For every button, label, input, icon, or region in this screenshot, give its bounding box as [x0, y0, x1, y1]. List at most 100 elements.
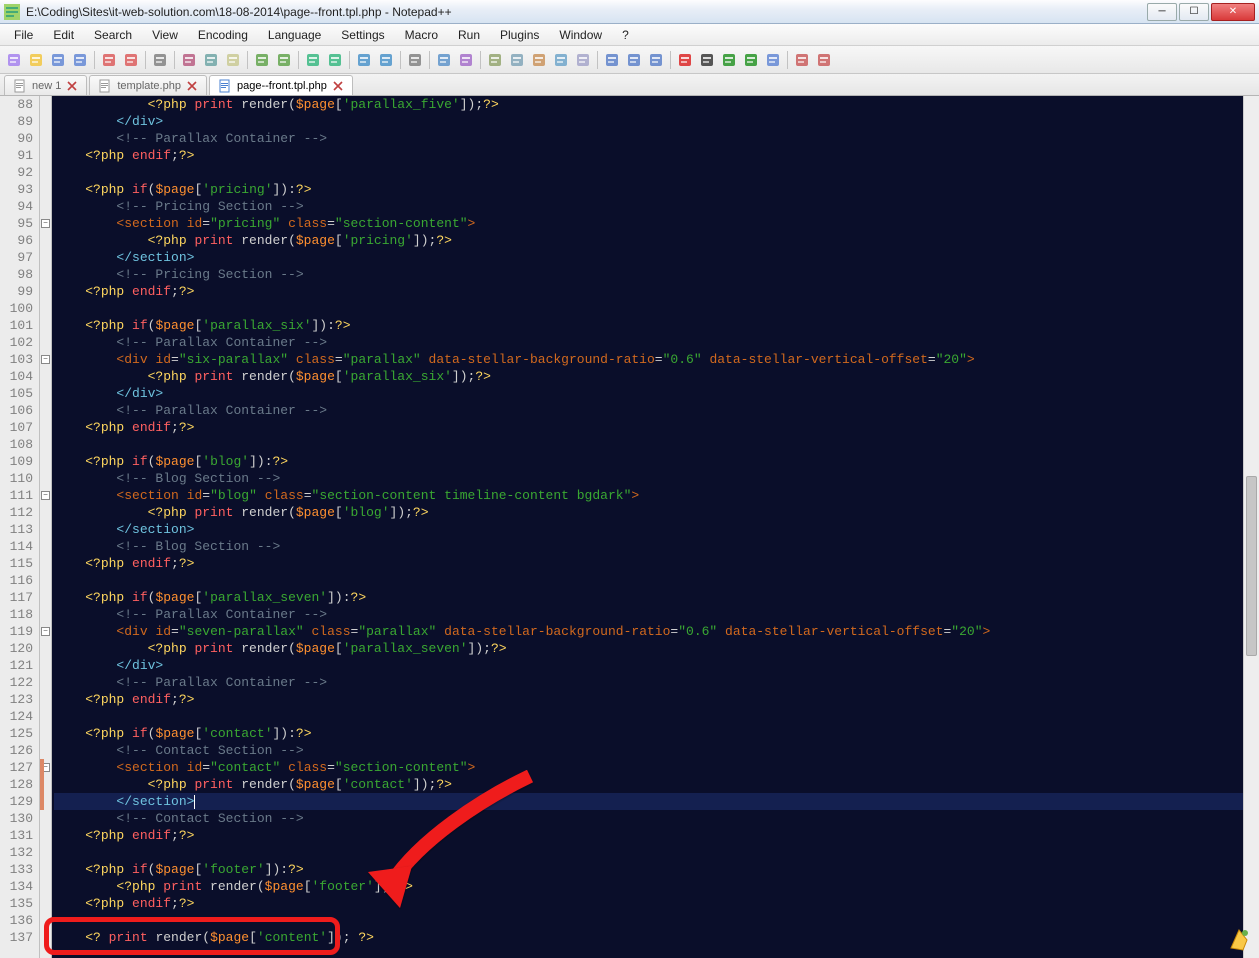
menu-search[interactable]: Search	[84, 25, 142, 45]
cut-button[interactable]	[179, 50, 199, 70]
zoom-in-button[interactable]	[354, 50, 374, 70]
code-line[interactable]: <!-- Contact Section -->	[54, 810, 1259, 827]
code-line[interactable]: <!-- Parallax Container -->	[54, 674, 1259, 691]
scrollbar-thumb[interactable]	[1246, 476, 1257, 656]
menu-plugins[interactable]: Plugins	[490, 25, 549, 45]
menu-settings[interactable]: Settings	[331, 25, 394, 45]
close-all-button[interactable]	[121, 50, 141, 70]
toggle-3-button[interactable]	[646, 50, 666, 70]
menu-help[interactable]: ?	[612, 25, 639, 45]
fold-toggle[interactable]: −	[41, 627, 50, 636]
code-editor[interactable]: 8889909192939495969798991001011021031041…	[0, 96, 1259, 958]
code-line[interactable]: <!-- Parallax Container -->	[54, 606, 1259, 623]
code-line[interactable]: <?php endif;?>	[54, 691, 1259, 708]
fold-button[interactable]	[507, 50, 527, 70]
zoom-out-button[interactable]	[376, 50, 396, 70]
code-line[interactable]: <div id="seven-parallax" class="parallax…	[54, 623, 1259, 640]
code-line[interactable]: </div>	[54, 657, 1259, 674]
code-line[interactable]: <!-- Pricing Section -->	[54, 198, 1259, 215]
replace-button[interactable]	[325, 50, 345, 70]
tab-template-php[interactable]: template.php	[89, 75, 207, 95]
user-lang-button[interactable]	[529, 50, 549, 70]
code-line[interactable]	[54, 844, 1259, 861]
play-button[interactable]	[719, 50, 739, 70]
play-multi-button[interactable]	[741, 50, 761, 70]
paste-button[interactable]	[223, 50, 243, 70]
code-line[interactable]: <?php print render($page['contact']);?>	[54, 776, 1259, 793]
code-line[interactable]: <section id="pricing" class="section-con…	[54, 215, 1259, 232]
save-macro-button[interactable]	[763, 50, 783, 70]
fold-toggle[interactable]: −	[41, 355, 50, 364]
menu-language[interactable]: Language	[258, 25, 331, 45]
code-line[interactable]: <?php endif;?>	[54, 827, 1259, 844]
code-line[interactable]: <?php print render($page['parallax_six']…	[54, 368, 1259, 385]
code-line[interactable]: <?php print render($page['parallax_five'…	[54, 96, 1259, 113]
code-line[interactable]: <?php endif;?>	[54, 283, 1259, 300]
code-line[interactable]: <?php print render($page['parallax_seven…	[54, 640, 1259, 657]
redo-button[interactable]	[274, 50, 294, 70]
code-line[interactable]: <?php endif;?>	[54, 147, 1259, 164]
toggle-2-button[interactable]	[624, 50, 644, 70]
code-line[interactable]	[54, 912, 1259, 929]
code-line[interactable]: <?php if($page['pricing']):?>	[54, 181, 1259, 198]
tab-page-front-tpl-php[interactable]: page--front.tpl.php	[209, 75, 353, 95]
code-line[interactable]	[54, 436, 1259, 453]
close-window-button[interactable]: ✕	[1211, 3, 1255, 21]
code-line[interactable]: <!-- Blog Section -->	[54, 538, 1259, 555]
menu-file[interactable]: File	[4, 25, 43, 45]
new-file-button[interactable]	[4, 50, 24, 70]
code-line[interactable]: <?php endif;?>	[54, 419, 1259, 436]
menu-encoding[interactable]: Encoding	[188, 25, 258, 45]
code-line[interactable]: <?php print render($page['footer']);?>	[54, 878, 1259, 895]
code-line[interactable]: <? print render($page['content']); ?>	[54, 929, 1259, 946]
open-file-button[interactable]	[26, 50, 46, 70]
code-line[interactable]: </section>	[54, 249, 1259, 266]
print-button[interactable]	[150, 50, 170, 70]
code-line[interactable]: <section id="contact" class="section-con…	[54, 759, 1259, 776]
menu-run[interactable]: Run	[448, 25, 490, 45]
close-icon[interactable]	[186, 80, 198, 92]
record-button[interactable]	[675, 50, 695, 70]
code-line[interactable]: <?php if($page['blog']):?>	[54, 453, 1259, 470]
fold-margin[interactable]: −−−−−	[40, 96, 52, 958]
spell-check-button[interactable]	[792, 50, 812, 70]
code-line[interactable]: <?php if($page['contact']):?>	[54, 725, 1259, 742]
code-line[interactable]: <!-- Parallax Container -->	[54, 402, 1259, 419]
code-area[interactable]: <?php print render($page['parallax_five'…	[52, 96, 1259, 958]
fold-toggle[interactable]: −	[41, 491, 50, 500]
stop-button[interactable]	[697, 50, 717, 70]
find-button[interactable]	[303, 50, 323, 70]
code-line[interactable]: <?php endif;?>	[54, 895, 1259, 912]
func-list-button[interactable]	[573, 50, 593, 70]
code-line[interactable]	[54, 708, 1259, 725]
menu-edit[interactable]: Edit	[43, 25, 84, 45]
doc-map-button[interactable]	[551, 50, 571, 70]
code-line[interactable]: <?php endif;?>	[54, 555, 1259, 572]
maximize-button[interactable]: ☐	[1179, 3, 1209, 21]
spell-toggle-button[interactable]	[814, 50, 834, 70]
copy-button[interactable]	[201, 50, 221, 70]
code-line[interactable]: <!-- Parallax Container -->	[54, 130, 1259, 147]
undo-button[interactable]	[252, 50, 272, 70]
code-line[interactable]: <!-- Parallax Container -->	[54, 334, 1259, 351]
word-wrap-button[interactable]	[434, 50, 454, 70]
toggle-1-button[interactable]	[602, 50, 622, 70]
code-line[interactable]: <?php print render($page['pricing']);?>	[54, 232, 1259, 249]
indent-guide-button[interactable]	[485, 50, 505, 70]
code-line[interactable]: <!-- Blog Section -->	[54, 470, 1259, 487]
code-line[interactable]: </div>	[54, 385, 1259, 402]
code-line[interactable]: <!-- Contact Section -->	[54, 742, 1259, 759]
fold-toggle[interactable]: −	[41, 219, 50, 228]
code-line[interactable]: <section id="blog" class="section-conten…	[54, 487, 1259, 504]
close-icon[interactable]	[332, 80, 344, 92]
code-line[interactable]: <!-- Pricing Section -->	[54, 266, 1259, 283]
save-button[interactable]	[48, 50, 68, 70]
code-line[interactable]	[54, 164, 1259, 181]
menu-view[interactable]: View	[142, 25, 188, 45]
close-button[interactable]	[99, 50, 119, 70]
show-all-button[interactable]	[456, 50, 476, 70]
menu-window[interactable]: Window	[549, 25, 612, 45]
tab-new-1[interactable]: new 1	[4, 75, 87, 95]
code-line[interactable]	[54, 572, 1259, 589]
code-line[interactable]: <?php print render($page['blog']);?>	[54, 504, 1259, 521]
